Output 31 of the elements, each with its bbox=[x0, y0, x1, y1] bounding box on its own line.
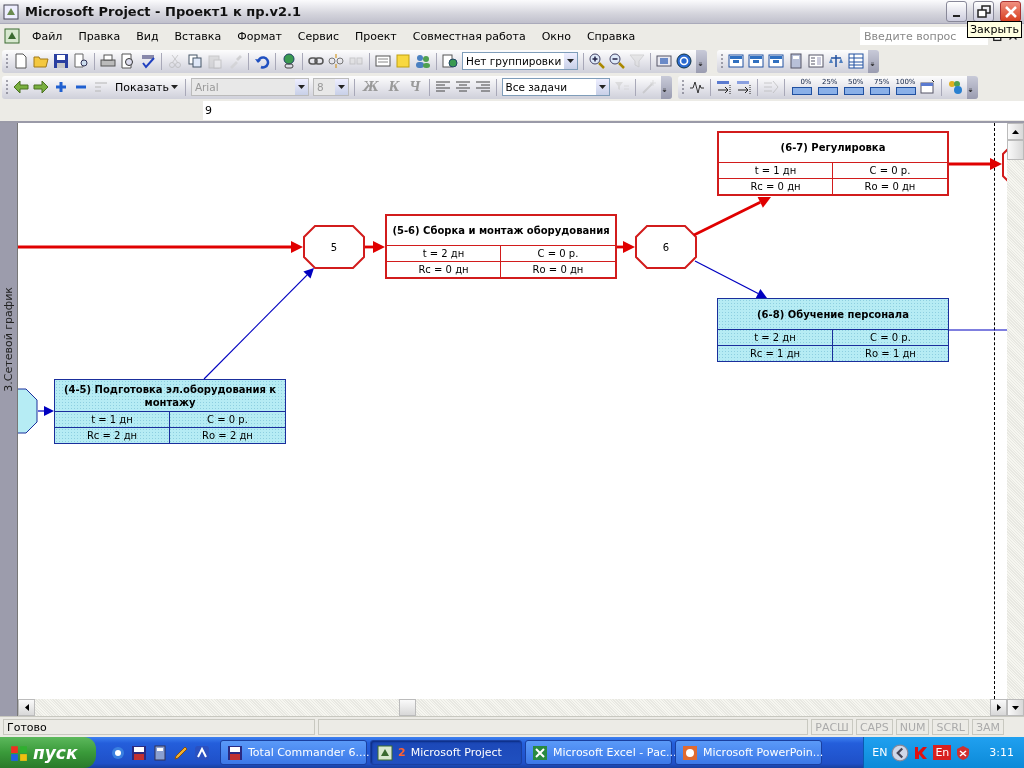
status-indicator: CAPS bbox=[855, 719, 893, 735]
task-title: (6-7) Регулировка bbox=[779, 141, 887, 155]
task-field: C = 0 р. bbox=[833, 162, 947, 178]
task-field: Rо = 0 дн bbox=[833, 178, 947, 194]
task-field: Rс = 1 дн bbox=[718, 345, 833, 361]
task-field: t = 2 дн bbox=[718, 329, 833, 345]
task-field: Rо = 0 дн bbox=[501, 261, 615, 277]
task-title: (5-6) Сборка и монтаж оборудования bbox=[391, 224, 611, 238]
status-indicator: NUM bbox=[895, 719, 930, 735]
task-title: (4-5) Подготовка эл.оборудования к монтажу bbox=[62, 382, 278, 410]
task-field: Rо = 1 дн bbox=[833, 345, 948, 361]
task-field: Rс = 0 дн bbox=[387, 261, 501, 277]
window-title: Microsoft Project - Проект1 к пр.v2.1 bbox=[25, 4, 302, 19]
status-indicator: ЗАМ bbox=[971, 719, 1004, 735]
status-indicator: РАСШ bbox=[811, 719, 853, 735]
event-node: 6 bbox=[635, 225, 697, 269]
task-field: Rс = 0 дн bbox=[719, 178, 833, 194]
task-field: Rс = 2 дн bbox=[55, 427, 170, 443]
task-field: C = 0 р. bbox=[833, 329, 948, 345]
task-field: Rо = 2 дн bbox=[170, 427, 285, 443]
status-indicator: SCRL bbox=[932, 719, 969, 735]
status-message: Готово bbox=[3, 719, 315, 735]
task-field: t = 1 дн bbox=[55, 411, 170, 427]
task-field: C = 0 р. bbox=[501, 245, 615, 261]
event-node: 5 bbox=[303, 225, 365, 269]
task-field: C = 0 р. bbox=[170, 411, 285, 427]
tooltip: Закрыть bbox=[967, 21, 1022, 38]
task-field: t = 1 дн bbox=[719, 162, 833, 178]
task-title: (6-8) Обучение персонала bbox=[756, 307, 910, 322]
clock: 3:11 bbox=[989, 746, 1014, 759]
task-field: t = 2 дн bbox=[387, 245, 501, 261]
